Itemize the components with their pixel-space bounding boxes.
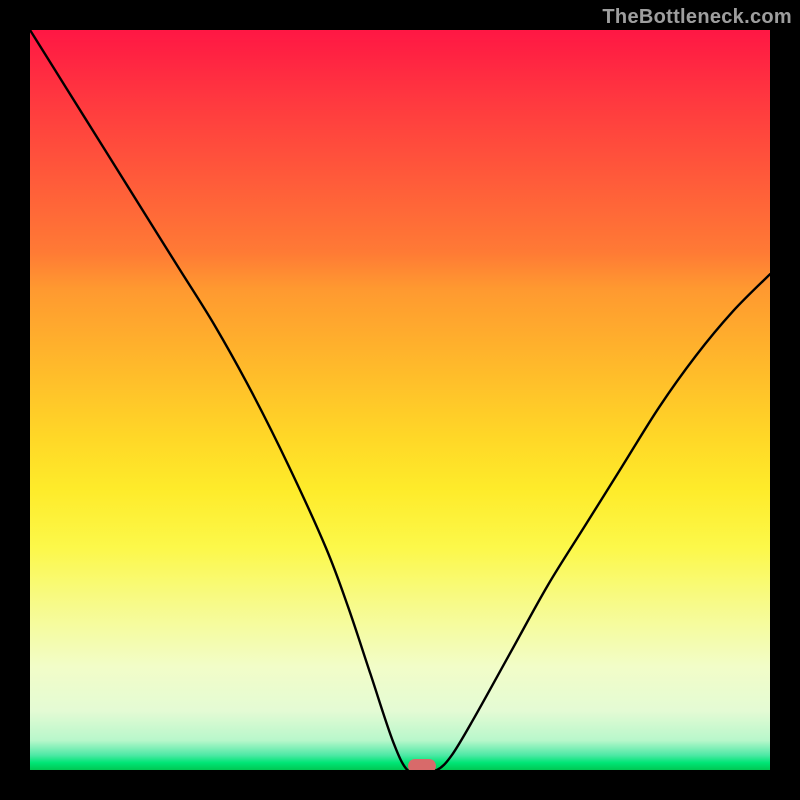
plot-area bbox=[30, 30, 770, 770]
chart-frame: TheBottleneck.com bbox=[0, 0, 800, 800]
optimum-marker bbox=[408, 759, 436, 770]
bottleneck-curve bbox=[30, 30, 770, 770]
watermark-text: TheBottleneck.com bbox=[602, 6, 792, 29]
